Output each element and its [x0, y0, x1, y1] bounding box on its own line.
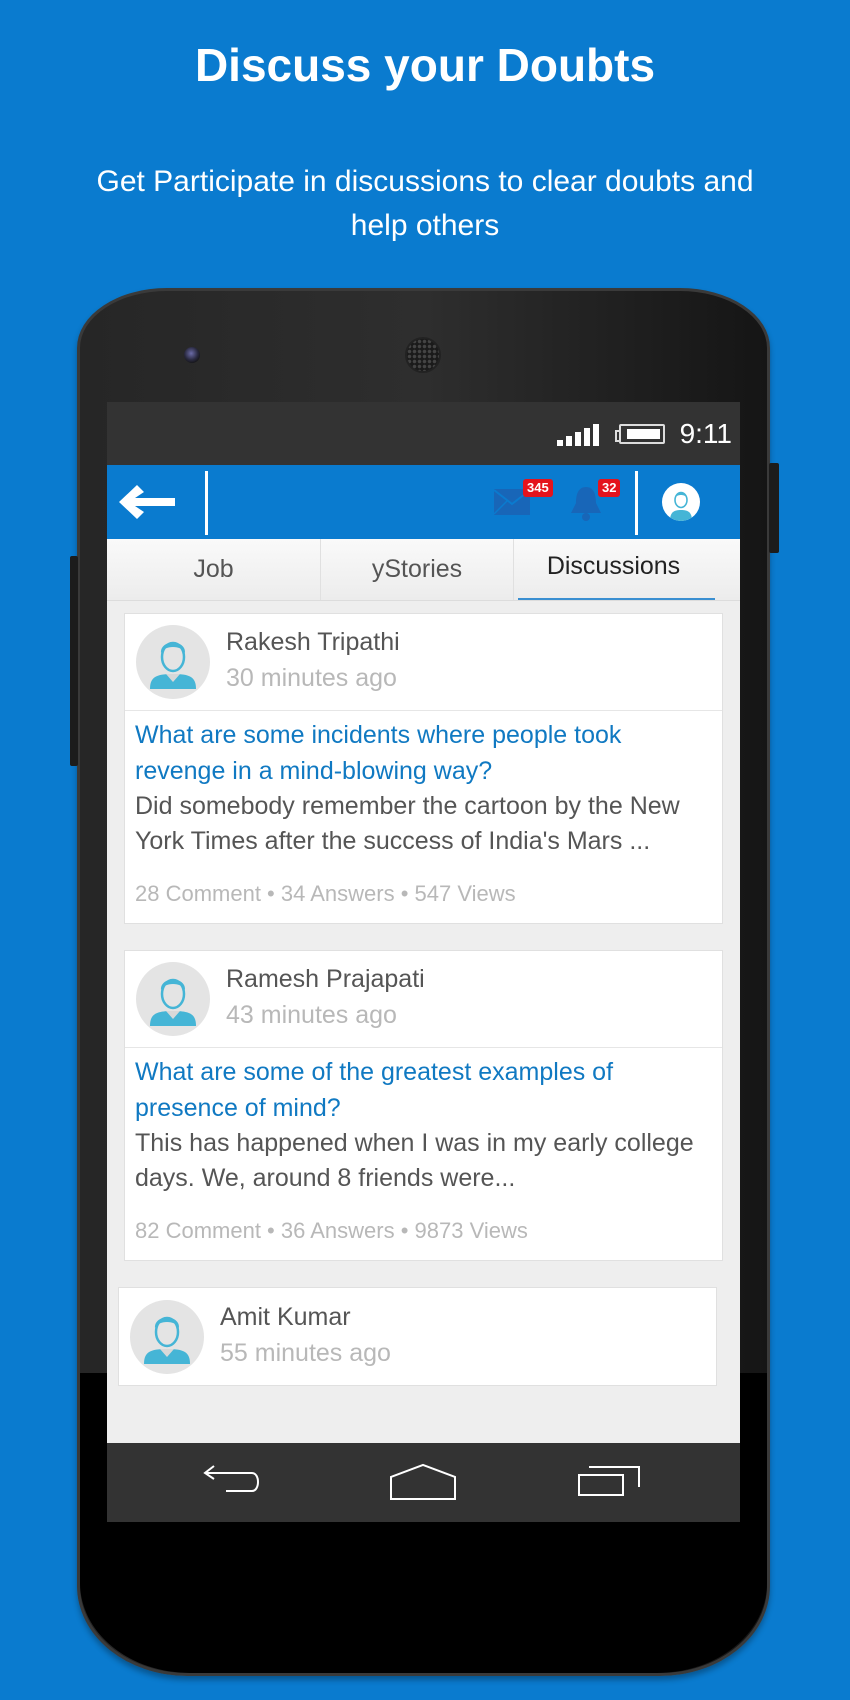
card-header: Ramesh Prajapati 43 minutes ago	[125, 951, 722, 1048]
discussion-feed: Rakesh Tripathi 30 minutes ago What are …	[107, 601, 740, 1386]
mail-badge: 345	[523, 479, 553, 497]
status-bar: 9:11	[107, 402, 740, 465]
discussion-card[interactable]: Ramesh Prajapati 43 minutes ago What are…	[124, 950, 723, 1261]
discussion-card[interactable]: Rakesh Tripathi 30 minutes ago What are …	[124, 613, 723, 924]
app-bar-divider	[205, 471, 208, 535]
battery-icon	[615, 424, 665, 444]
question-excerpt: Did somebody remember the cartoon by the…	[135, 792, 680, 855]
post-time: 55 minutes ago	[220, 1338, 391, 1367]
hero-subtitle: Get Participate in discussions to clear …	[96, 165, 754, 242]
author-name[interactable]: Rakesh Tripathi	[226, 626, 400, 658]
question-link[interactable]: What are some of the greatest examples o…	[135, 1054, 712, 1126]
signal-bars-icon	[557, 424, 599, 446]
status-time: 9:11	[679, 418, 732, 449]
post-time: 43 minutes ago	[226, 1001, 397, 1029]
phone-volume-button	[70, 556, 78, 766]
question-link[interactable]: What are some incidents where people too…	[135, 717, 712, 789]
nav-home-icon[interactable]	[389, 1463, 457, 1501]
author-name[interactable]: Amit Kumar	[220, 1301, 391, 1333]
user-avatar-icon	[670, 491, 692, 521]
arrow-left-icon[interactable]	[119, 483, 175, 521]
user-avatar-icon	[150, 641, 196, 689]
user-avatar-icon	[144, 1316, 190, 1364]
nav-recents-icon[interactable]	[577, 1463, 641, 1499]
tab-discussions[interactable]: Discussions	[513, 539, 715, 600]
notification-badge: 32	[598, 479, 621, 497]
author-name[interactable]: Ramesh Prajapati	[226, 963, 425, 995]
post-stats: 82 Comment • 36 Answers • 9873 Views	[135, 1218, 528, 1243]
tab-job[interactable]: Job	[107, 539, 320, 600]
user-avatar-icon	[150, 978, 196, 1026]
question-excerpt: This has happened when I was in my early…	[135, 1129, 694, 1192]
phone-screen: 9:11 345 32 Job yStories Discussions Rak…	[107, 402, 740, 1522]
tab-ystories[interactable]: yStories	[320, 539, 513, 600]
phone-power-button	[769, 463, 779, 553]
avatar[interactable]	[130, 1299, 204, 1374]
nav-back-icon[interactable]	[202, 1463, 266, 1499]
system-nav-bar	[107, 1443, 740, 1522]
post-time: 30 minutes ago	[226, 664, 397, 692]
card-header: Rakesh Tripathi 30 minutes ago	[125, 614, 722, 711]
hero-title: Discuss your Doubts	[194, 39, 656, 91]
tab-bar: Job yStories Discussions	[107, 539, 740, 601]
profile-button[interactable]	[662, 483, 700, 521]
avatar[interactable]	[136, 962, 210, 1036]
front-camera	[184, 347, 200, 363]
app-bar-divider	[635, 471, 638, 535]
card-header: Amit Kumar 55 minutes ago	[119, 1288, 716, 1385]
avatar[interactable]	[136, 625, 210, 699]
earpiece-speaker	[405, 337, 441, 373]
discussion-card[interactable]: Amit Kumar 55 minutes ago	[118, 1287, 717, 1386]
post-stats: 28 Comment • 34 Answers • 547 Views	[135, 881, 516, 906]
app-bar: 345 32	[107, 465, 740, 539]
